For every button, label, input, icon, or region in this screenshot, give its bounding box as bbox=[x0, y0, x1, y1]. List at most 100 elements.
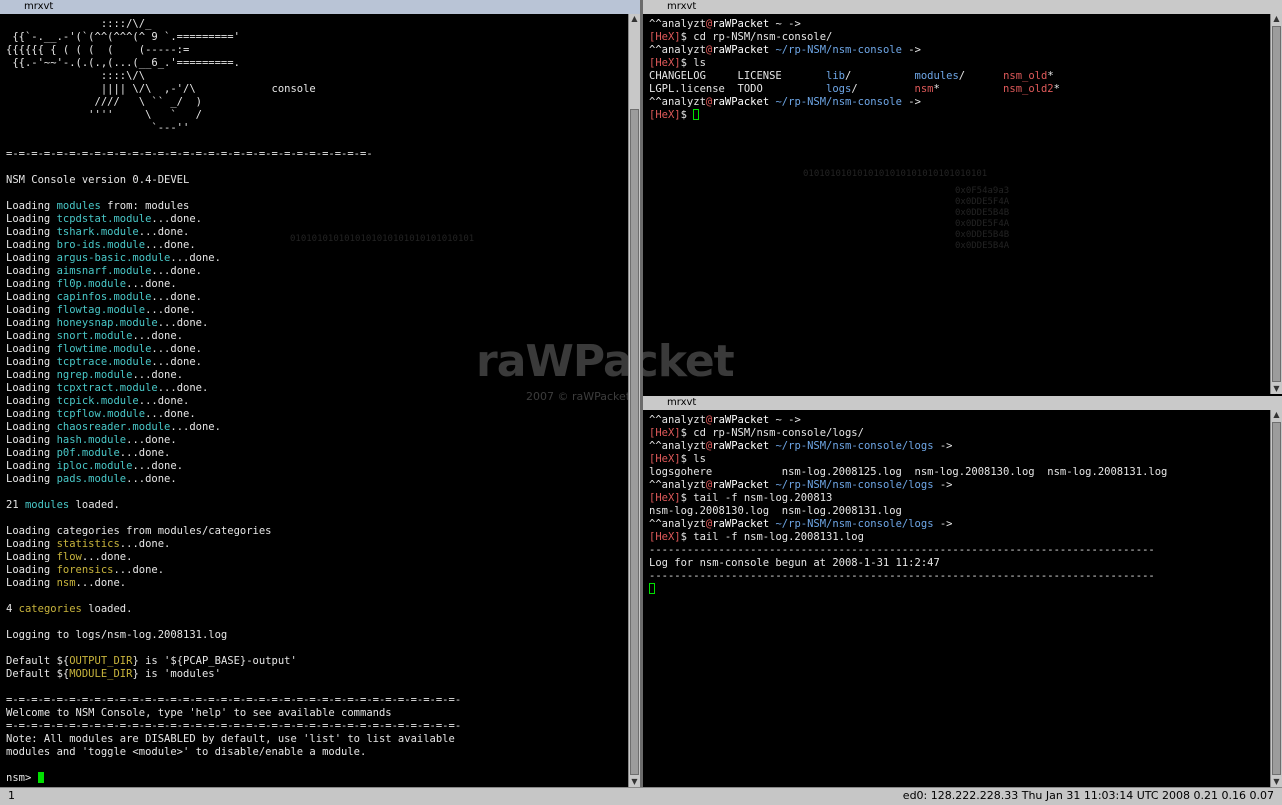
terminal-text: Loading bbox=[6, 434, 57, 446]
terminal-line: Loading iploc.module...done. bbox=[6, 460, 628, 473]
terminal-text: Loading bbox=[6, 278, 57, 290]
terminal-text: Loading bbox=[6, 200, 57, 212]
terminal-text: ~ -> bbox=[769, 414, 801, 426]
terminal-output-bottom-right[interactable]: ^^analyzt@raWPacket ~ -> [HeX]$ cd rp-NSM… bbox=[643, 410, 1270, 787]
terminal-text: * bbox=[933, 83, 1004, 95]
terminal-line: Note: All modules are DISABLED by defaul… bbox=[6, 733, 628, 746]
terminal-text: } is 'modules' bbox=[132, 668, 221, 680]
scroll-up-arrow-icon[interactable]: ▲ bbox=[629, 14, 640, 24]
terminal-text: flow bbox=[56, 551, 82, 563]
terminal-text: } is '${PCAP_BASE}-output' bbox=[132, 655, 297, 667]
terminal-text: Loading bbox=[6, 252, 57, 264]
terminal-text: lib bbox=[826, 70, 845, 82]
titlebar-left[interactable]: mrxvt bbox=[0, 0, 640, 14]
terminal-text: =-=-=-=-=-=-=-=-=-=-=-=-=-=-=-=-=-=-=-=-… bbox=[6, 694, 462, 706]
workspace-number[interactable]: 1 bbox=[8, 788, 15, 804]
terminal-line: ::::/\/_ bbox=[6, 18, 628, 31]
terminal-text: iploc.module bbox=[56, 460, 133, 472]
terminal-text: ~/rp-NSM/nsm-console bbox=[769, 44, 902, 56]
terminal-text: aimsnarf.module bbox=[56, 265, 152, 277]
titlebar-bottom-right[interactable]: mrxvt bbox=[643, 396, 1282, 410]
terminal-line: LGPL.license TODO logs/ nsm* nsm_old2* bbox=[649, 83, 1270, 96]
terminal-text: ...done. bbox=[157, 317, 209, 329]
terminal-line: Loading tcpick.module...done. bbox=[6, 395, 628, 408]
terminal-text: Loading bbox=[6, 382, 57, 394]
terminal-line: ::::\/\ bbox=[6, 70, 628, 83]
terminal-text: =-=-=-=-=-=-=-=-=-=-=-=-=-=-=-=-=-=-=-=-… bbox=[6, 720, 462, 732]
scroll-up-arrow-icon[interactable]: ▲ bbox=[1271, 14, 1282, 24]
terminal-text: $ ls bbox=[680, 57, 706, 69]
terminal-text: ----------------------------------------… bbox=[649, 570, 1155, 582]
window-title: mrxvt bbox=[667, 1, 697, 12]
terminal-line: logsgohere nsm-log.2008125.log nsm-log.2… bbox=[649, 466, 1270, 479]
titlebar-top-right[interactable]: mrxvt bbox=[643, 0, 1282, 14]
terminal-left[interactable]: mrxvt raWPacket 2007 © raWPacket 0101010… bbox=[0, 0, 640, 787]
scrollbar-thumb[interactable] bbox=[630, 109, 639, 775]
terminal-output-left[interactable]: raWPacket 2007 © raWPacket 0101010101010… bbox=[0, 14, 628, 787]
terminal-line: Loading snort.module...done. bbox=[6, 330, 628, 343]
terminal-line: Loading tcpxtract.module...done. bbox=[6, 382, 628, 395]
terminal-bottom-right[interactable]: mrxvt ^^analyzt@raWPacket ~ -> [HeX]$ cd … bbox=[643, 396, 1282, 787]
terminal-top-right[interactable]: mrxvt raWPacket 010101010101010101010101… bbox=[643, 0, 1282, 394]
terminal-output-top-right[interactable]: raWPacket 010101010101010101010101010101… bbox=[643, 14, 1270, 394]
terminal-line: ^^analyzt@raWPacket ~/rp-NSM/nsm-console… bbox=[649, 44, 1270, 57]
terminal-text: ^^ bbox=[649, 479, 662, 491]
terminal-text: honeysnap.module bbox=[56, 317, 158, 329]
terminal-text: raWPacket bbox=[712, 440, 770, 452]
terminal-line: Welcome to NSM Console, type 'help' to s… bbox=[6, 707, 628, 720]
scrollbar-top-right[interactable]: ▲ ▼ bbox=[1270, 14, 1282, 394]
terminal-text: ...done. bbox=[151, 265, 202, 277]
terminal-text: ...done. bbox=[75, 577, 127, 589]
terminal-text: 21 bbox=[6, 499, 25, 511]
terminal-text: $ tail -f nsm-log.2008131.log bbox=[680, 531, 864, 543]
terminal-text: HeX bbox=[655, 492, 675, 504]
terminal-text: Loading bbox=[6, 577, 57, 589]
scroll-down-arrow-icon[interactable]: ▼ bbox=[1271, 777, 1282, 787]
terminal-text: Loading bbox=[6, 551, 57, 563]
terminal-text: Loading bbox=[6, 356, 57, 368]
left-lines: ::::/\/_ {{`-.__.-'(`(^^(^^^(^ 9 `.=====… bbox=[0, 14, 628, 785]
window-title: mrxvt bbox=[24, 1, 54, 12]
terminal-text: / bbox=[958, 70, 1004, 82]
terminal-text: ::::\/\ bbox=[6, 70, 146, 82]
scroll-down-arrow-icon[interactable]: ▼ bbox=[1271, 384, 1282, 394]
terminal-line: [HeX]$ ls bbox=[649, 453, 1270, 466]
terminal-text: tcpdstat.module bbox=[56, 213, 152, 225]
scrollbar-thumb[interactable] bbox=[1272, 422, 1281, 775]
terminal-line: =-=-=-=-=-=-=-=-=-=-=-=-=-=-=-=-=-=-=-=-… bbox=[6, 148, 628, 161]
terminal-text: ...done. bbox=[119, 538, 171, 550]
terminal-text: raWPacket bbox=[712, 518, 770, 530]
terminal-text: ^^ bbox=[649, 440, 662, 452]
terminal-line: ^^analyzt@raWPacket ~/rp-NSM/nsm-console… bbox=[649, 479, 1270, 492]
terminal-text: tcpick.module bbox=[56, 395, 139, 407]
terminal-text: ...done. bbox=[145, 304, 196, 316]
terminal-line: Loading categories from modules/categori… bbox=[6, 525, 628, 538]
terminal-text: Loading bbox=[6, 395, 57, 407]
terminal-line: Loading hash.module...done. bbox=[6, 434, 628, 447]
terminal-text: * bbox=[1053, 83, 1060, 95]
terminal-text: flowtag.module bbox=[56, 304, 146, 316]
scrollbar-left[interactable]: ▲ ▼ bbox=[628, 14, 640, 787]
terminal-text: nsm_old bbox=[1003, 70, 1048, 82]
scrollbar-bottom-right[interactable]: ▲ ▼ bbox=[1270, 410, 1282, 787]
terminal-text: logs bbox=[826, 83, 852, 95]
terminal-line: {{.-'~~'-.(.(.,(...(__6_.'=========. bbox=[6, 57, 628, 70]
top-right-lines: ^^analyzt@raWPacket ~ -> [HeX]$ cd rp-NSM… bbox=[643, 14, 1270, 122]
terminal-text: CHANGELOG LICENSE bbox=[649, 70, 827, 82]
terminal-text: Log for nsm-console begun at 2008-1-31 1… bbox=[649, 557, 940, 569]
scrollbar-thumb[interactable] bbox=[1272, 26, 1281, 382]
terminal-text: raWPacket bbox=[712, 18, 770, 30]
terminal-text: HeX bbox=[655, 57, 675, 69]
scroll-up-arrow-icon[interactable]: ▲ bbox=[1271, 410, 1282, 420]
terminal-text: -> bbox=[933, 440, 953, 452]
terminal-text: LGPL.license TODO bbox=[649, 83, 827, 95]
terminal-text: bro-ids.module bbox=[56, 239, 146, 251]
terminal-line: Loading chaosreader.module...done. bbox=[6, 421, 628, 434]
terminal-line: Loading tcpflow.module...done. bbox=[6, 408, 628, 421]
scroll-down-arrow-icon[interactable]: ▼ bbox=[629, 777, 640, 787]
terminal-text: ^^ bbox=[649, 18, 662, 30]
